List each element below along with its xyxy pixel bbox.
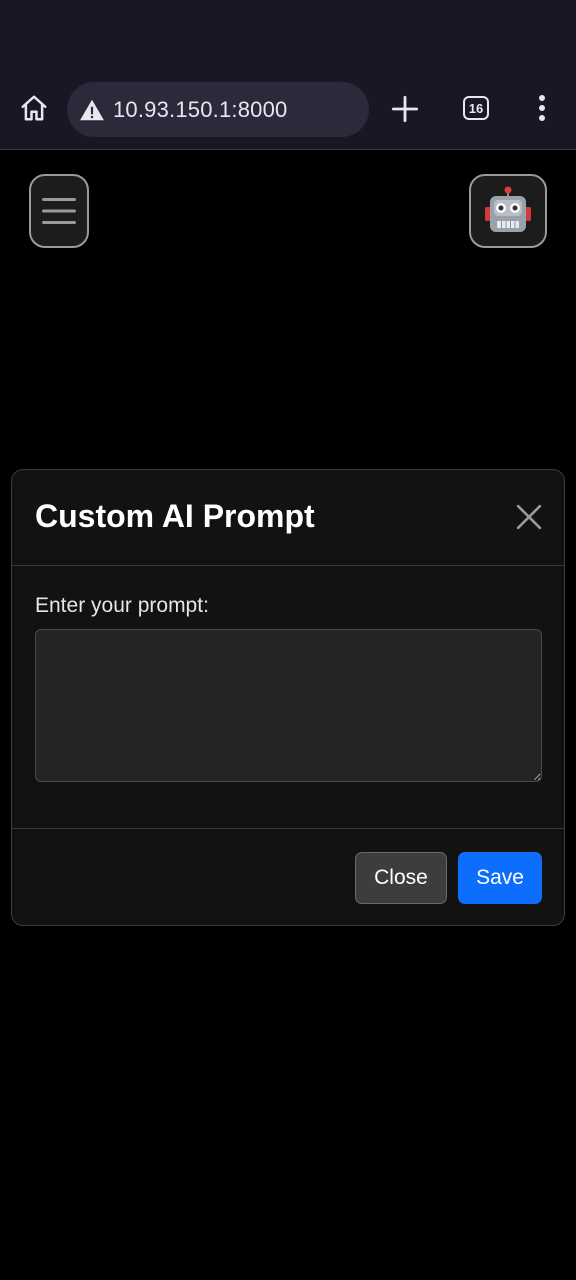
home-icon xyxy=(21,95,47,121)
address-bar[interactable]: 10.93.150.1:8000 xyxy=(67,82,369,137)
robot-icon xyxy=(485,186,531,232)
browser-menu-button[interactable] xyxy=(524,88,560,128)
modal-close-x-button[interactable] xyxy=(512,500,546,534)
custom-prompt-modal: Custom AI Prompt Enter your prompt: Clos… xyxy=(11,469,565,926)
modal-body: Enter your prompt: xyxy=(12,566,564,828)
tab-switcher-button[interactable]: 16 xyxy=(456,88,496,128)
prompt-textarea[interactable] xyxy=(35,629,542,782)
ai-assistant-button[interactable] xyxy=(469,174,547,248)
browser-toolbar: 10.93.150.1:8000 16 xyxy=(0,70,576,150)
page-content: Custom AI Prompt Enter your prompt: Clos… xyxy=(0,151,576,1280)
menu-toggle-button[interactable] xyxy=(29,174,89,248)
url-text: 10.93.150.1:8000 xyxy=(113,96,288,122)
new-tab-button[interactable] xyxy=(384,88,426,130)
tabs-icon: 16 xyxy=(463,96,489,120)
home-button[interactable] xyxy=(14,88,54,128)
modal-header: Custom AI Prompt xyxy=(12,470,564,566)
prompt-label: Enter your prompt: xyxy=(35,594,209,617)
tab-count: 16 xyxy=(468,100,484,116)
more-vert-icon xyxy=(539,95,545,121)
close-icon xyxy=(516,504,542,530)
status-bar xyxy=(0,0,576,70)
modal-title: Custom AI Prompt xyxy=(35,498,315,534)
close-button[interactable]: Close xyxy=(355,852,447,904)
hamburger-icon xyxy=(42,198,76,224)
warning-icon[interactable] xyxy=(77,95,107,125)
save-button[interactable]: Save xyxy=(458,852,542,904)
plus-icon xyxy=(391,95,419,123)
modal-footer: Close Save xyxy=(12,828,564,926)
